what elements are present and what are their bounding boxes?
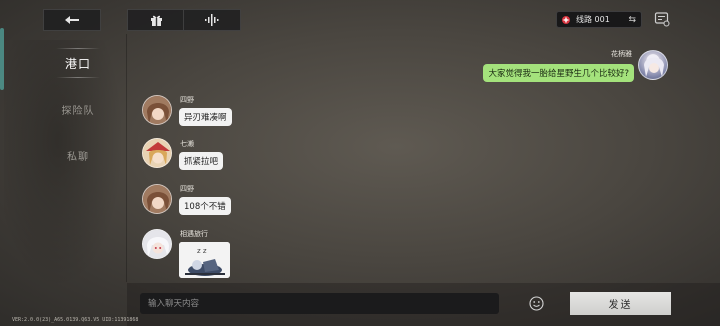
avatar[interactable] (638, 50, 668, 80)
sender-name: 花柄雅 (611, 50, 632, 58)
chat-message: 四野 108个不错 (130, 184, 330, 218)
server-status-icon (562, 15, 570, 24)
avatar[interactable] (142, 184, 172, 214)
blonde-hat-girl-avatar (143, 139, 171, 167)
sidebar-item-expedition[interactable]: 探险队 (30, 86, 126, 132)
sidebar-divider (126, 34, 127, 282)
sender-name: 七濑 (180, 140, 194, 148)
brown-hair-girl-avatar (143, 185, 171, 213)
chat-input[interactable] (140, 293, 499, 314)
message-bubble[interactable]: 异刃难凑啊 (179, 108, 232, 126)
back-button[interactable] (43, 9, 101, 31)
gift-icon (150, 15, 162, 26)
sidebar-item-harbor[interactable]: 港口 (30, 40, 126, 86)
channel-sidebar: 港口 探险队 私聊 (30, 40, 126, 178)
chat-message: 四野 异刃难凑啊 (130, 95, 330, 129)
swap-icon: ⇆ (628, 14, 636, 25)
message-bubble[interactable]: 108个不错 (179, 197, 231, 215)
chat-settings-icon[interactable] (654, 11, 670, 27)
chat-message-list[interactable]: 花柄雅 大家觉得我一胎给星野生几个比较好? 四野 异刃难凑啊 七濑 抓紧拉吧 四… (130, 40, 690, 280)
silver-hair-girl-avatar (143, 230, 171, 258)
white-hair-girl-avatar (644, 57, 664, 77)
chat-message-self: 花柄雅 大家觉得我一胎给星野生几个比较好? (130, 40, 690, 82)
chat-message: 相遇旅行 z z (130, 229, 330, 278)
sidebar-item-label: 私聊 (67, 151, 89, 163)
sender-name: 相遇旅行 (180, 230, 208, 238)
version-info: VER:2.0.0(23)_A65.0139.Q63.V5 UID:113918… (12, 317, 139, 323)
emoji-smile-icon[interactable] (529, 296, 544, 311)
gift-button[interactable] (127, 9, 185, 31)
server-label: 线路 001 (576, 15, 610, 24)
sticker-message[interactable]: z z (179, 242, 230, 278)
avatar[interactable] (142, 95, 172, 125)
server-line-selector[interactable]: 线路 001 ⇆ (556, 11, 642, 28)
sidebar-item-private-chat[interactable]: 私聊 (30, 132, 126, 178)
message-bubble[interactable]: 大家觉得我一胎给星野生几个比较好? (483, 64, 634, 82)
sticker-text: z z (197, 247, 207, 255)
sidebar-item-label: 探险队 (61, 105, 95, 117)
side-edge-tab[interactable] (0, 28, 4, 90)
voice-button[interactable] (183, 9, 241, 31)
message-bubble[interactable]: 抓紧拉吧 (179, 152, 224, 170)
top-bar: 线路 001 ⇆ (0, 0, 720, 34)
audio-wave-icon (205, 14, 219, 26)
back-arrow-icon (65, 16, 79, 24)
send-button[interactable]: 发送 (570, 292, 671, 315)
sender-name: 四野 (180, 185, 194, 193)
sidebar-item-label: 港口 (64, 56, 91, 71)
brown-hair-girl-avatar (143, 96, 171, 124)
avatar[interactable] (142, 138, 172, 168)
avatar[interactable] (142, 229, 172, 259)
sleeping-character-sticker: z z (179, 242, 230, 278)
chat-message: 七濑 抓紧拉吧 (130, 138, 330, 172)
sender-name: 四野 (180, 96, 194, 104)
